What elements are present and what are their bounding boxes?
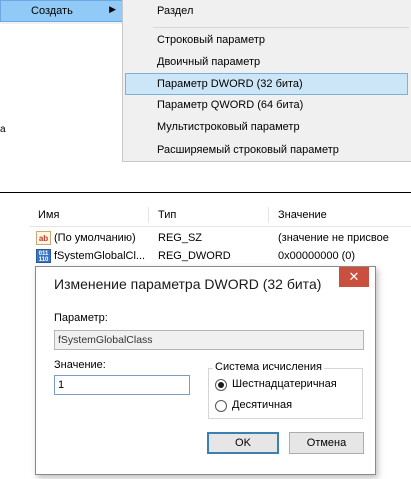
- column-header-type[interactable]: Тип: [158, 209, 176, 221]
- menu-item-create[interactable]: Создать ▶: [0, 0, 123, 22]
- base-legend: Система исчисления: [213, 361, 324, 373]
- chevron-right-icon: ▶: [109, 4, 116, 14]
- column-divider[interactable]: [148, 207, 149, 223]
- row-name: (По умолчанию): [54, 232, 136, 244]
- column-header-value[interactable]: Значение: [278, 209, 327, 221]
- row-name: fSystemGlobalCl...: [54, 250, 146, 262]
- submenu-item-qword[interactable]: Параметр QWORD (64 бита): [157, 99, 303, 111]
- binary-value-icon: 011 110: [36, 249, 51, 263]
- row-type: REG_SZ: [158, 232, 203, 244]
- list-row[interactable]: 011 110 fSystemGlobalCl... REG_DWORD 0x00…: [36, 248, 411, 266]
- string-value-icon: ab: [36, 231, 51, 245]
- submenu-item-binary[interactable]: Двоичный параметр: [157, 56, 260, 68]
- cancel-button[interactable]: Отмена: [289, 432, 364, 454]
- submenu-item-expandable-string[interactable]: Расширяемый строковый параметр: [157, 144, 339, 156]
- value-input[interactable]: 1: [54, 375, 190, 395]
- radio-hex-label[interactable]: Шестнадцатеричная: [232, 378, 337, 390]
- radio-decimal[interactable]: [215, 400, 227, 412]
- section-divider: [0, 192, 411, 193]
- dialog-title: Изменение параметра DWORD (32 бита): [54, 276, 322, 292]
- list-header: Имя Тип Значение: [30, 205, 411, 227]
- create-submenu: Раздел Строковый параметр Двоичный парам…: [122, 0, 411, 162]
- submenu-item-key[interactable]: Раздел: [157, 5, 193, 17]
- submenu-separator: [153, 27, 409, 28]
- side-text: а: [0, 124, 6, 135]
- base-groupbox: Система исчисления Шестнадцатеричная Дес…: [208, 361, 363, 419]
- radio-hex[interactable]: [215, 379, 227, 391]
- row-value: (значение не присвое: [278, 232, 389, 244]
- row-type: REG_DWORD: [158, 250, 231, 262]
- radio-decimal-label[interactable]: Десятичная: [232, 399, 292, 411]
- column-divider[interactable]: [268, 207, 269, 223]
- submenu-item-dword[interactable]: Параметр DWORD (32 бита): [157, 78, 303, 90]
- param-name-field: fSystemGlobalClass: [54, 330, 364, 350]
- ok-button[interactable]: OK: [207, 432, 279, 454]
- list-row[interactable]: ab (По умолчанию) REG_SZ (значение не пр…: [36, 230, 411, 248]
- row-value: 0x00000000 (0): [278, 250, 356, 262]
- submenu-item-multistring[interactable]: Мультистроковый параметр: [157, 121, 300, 133]
- value-label: Значение:: [54, 359, 106, 371]
- column-header-name[interactable]: Имя: [38, 209, 59, 221]
- edit-dword-dialog: Изменение параметра DWORD (32 бита) ✕ Па…: [35, 266, 376, 475]
- menu-item-create-label: Создать: [31, 5, 73, 17]
- close-icon: ✕: [348, 269, 360, 284]
- submenu-item-string[interactable]: Строковый параметр: [157, 34, 265, 46]
- param-label: Параметр:: [54, 312, 108, 324]
- close-button[interactable]: ✕: [339, 267, 369, 287]
